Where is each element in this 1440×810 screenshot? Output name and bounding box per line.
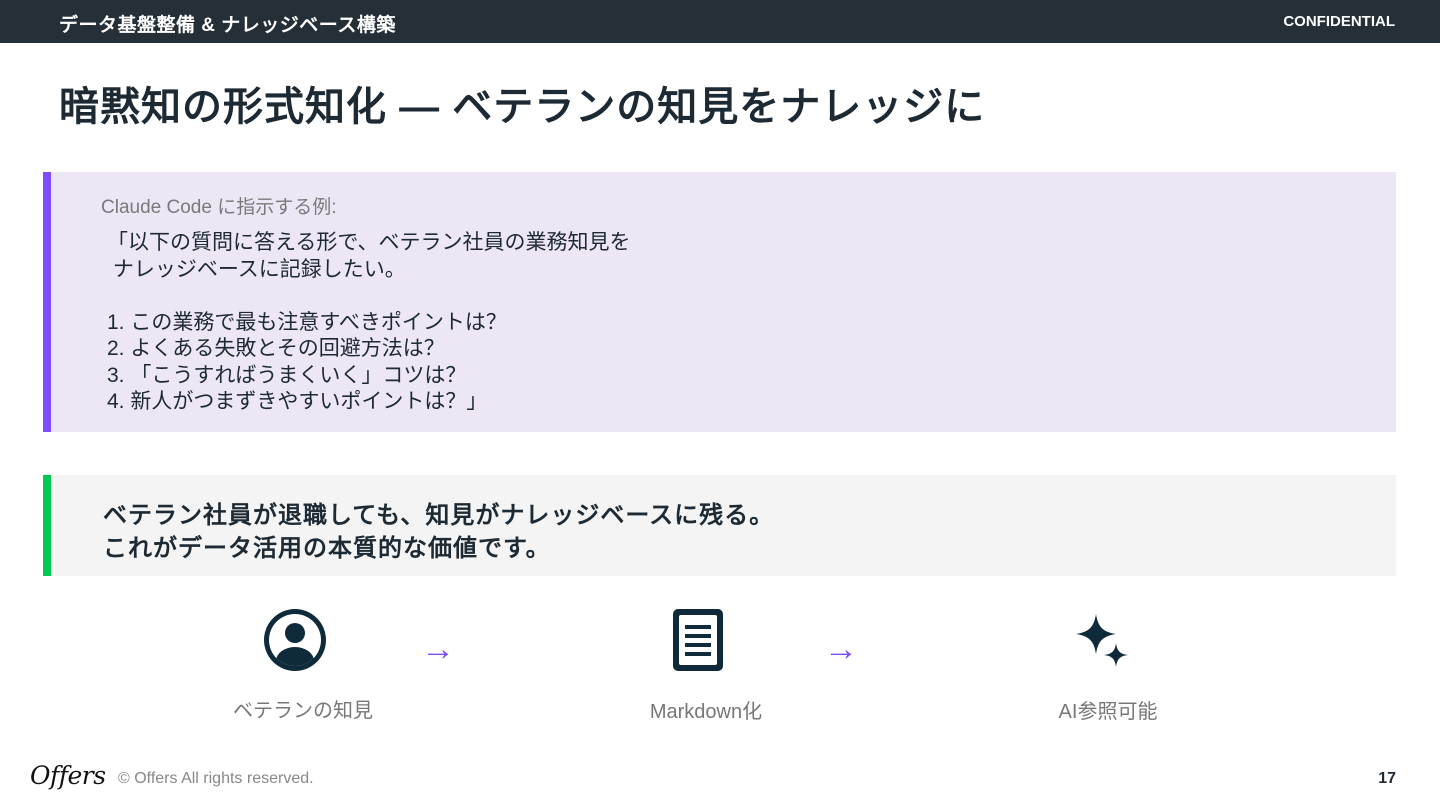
prompt-line: ナレッジベースに記録したい。 [107, 257, 406, 281]
prompt-question-1: 1. この業務で最も注意すべきポイントは？ [107, 310, 507, 334]
document-icon [673, 609, 723, 676]
prompt-question-4: 4. 新人がつまずきやすいポイントは？」 [107, 390, 488, 413]
flow-step-label: ベテランの知見 [233, 700, 373, 722]
flow-arrow: → [824, 630, 858, 668]
flow-step-label: Markdown化 [649, 701, 763, 723]
sparkles-icon [1075, 614, 1129, 673]
confidential-label: CONFIDENTIAL [1283, 13, 1395, 30]
key-message-line-1: ベテラン社員が退職しても、知見がナレッジベースに残る。 [103, 502, 775, 529]
flow-step-label: AI参照可能 [1058, 701, 1158, 723]
offers-logo: Offers [30, 761, 106, 790]
prompt-example-box: Claude Code に指示する例: 「以下の質問に答える形で、ベテラン社員の… [43, 172, 1396, 432]
header-bar: データ基盤整備 & ナレッジベース構築 CONFIDENTIAL [0, 0, 1440, 43]
page-number: 17 [1378, 770, 1396, 787]
user-circle-icon [264, 609, 326, 676]
key-message-line-2: これがデータ活用の本質的な価値です。 [103, 535, 551, 562]
prompt-body: 「以下の質問に答える形で、ベテラン社員の業務知見を ナレッジベースに記録したい。… [107, 230, 631, 416]
prompt-caption: Claude Code に指示する例: [101, 197, 337, 218]
flow-arrow: → [421, 630, 455, 668]
header-title: データ基盤整備 & ナレッジベース構築 [59, 15, 396, 36]
copyright-text: © Offers All rights reserved. [118, 770, 314, 787]
prompt-question-3: 3. 「こうすればうまくいく」コツは？ [107, 363, 467, 387]
prompt-blank-line [107, 283, 631, 310]
key-message-box: ベテラン社員が退職しても、知見がナレッジベースに残る。 これがデータ活用の本質的… [43, 475, 1396, 576]
page-title: 暗黙知の形式知化 — ベテランの知見をナレッジに [59, 85, 986, 129]
prompt-line: 「以下の質問に答える形で、ベテラン社員の業務知見を [107, 231, 631, 254]
prompt-question-2: 2. よくある失敗とその回避方法は？ [107, 337, 445, 360]
